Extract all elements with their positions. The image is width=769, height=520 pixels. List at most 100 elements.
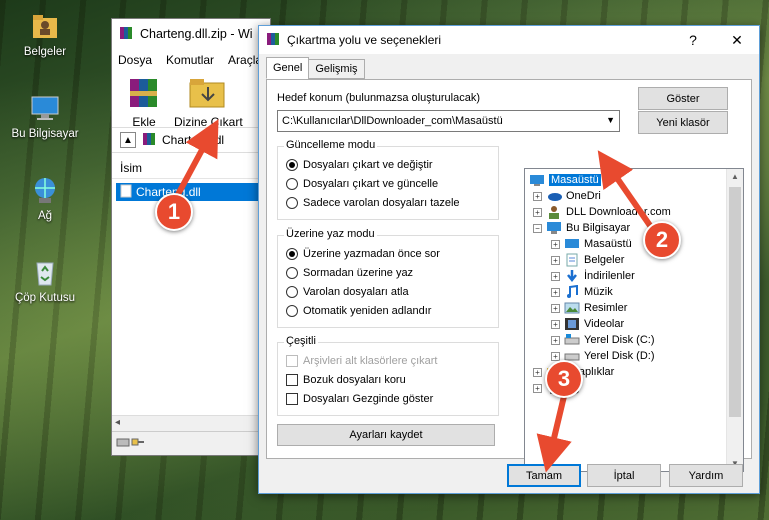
drive-status-icon — [116, 436, 146, 451]
tree-label: Bu Bilgisayar — [566, 222, 631, 234]
expand-icon[interactable]: + — [551, 319, 560, 329]
ok-button[interactable]: Tamam — [507, 464, 581, 487]
update-mode-group: Güncelleme modu Dosyaları çıkart ve deği… — [277, 139, 499, 220]
desktop-icon-recycle-bin[interactable]: Çöp Kutusu — [6, 256, 84, 304]
misc-option-subfolders[interactable]: Arşivleri alt klasörlere çıkart — [286, 355, 437, 367]
expand-icon[interactable]: + — [551, 239, 560, 249]
misc-option-show-in-explorer[interactable]: Dosyaları Gezginde göster — [286, 393, 433, 405]
desktop-icon-network[interactable]: Ağ — [6, 174, 84, 222]
overwrite-option-skip[interactable]: Varolan dosyaları atla — [286, 286, 409, 298]
scroll-left-icon[interactable]: ◂ — [115, 417, 120, 428]
checkbox-icon — [286, 355, 298, 367]
help-button[interactable]: Yardım — [669, 464, 743, 487]
winrar-logo-icon — [265, 31, 281, 50]
expand-icon[interactable]: + — [551, 287, 560, 297]
overwrite-option-rename[interactable]: Otomatik yeniden adlandır — [286, 305, 431, 317]
archive-icon — [142, 132, 156, 149]
tree-item-videos[interactable]: + Videolar — [551, 316, 624, 332]
destination-path-combo[interactable]: C:\Kullanıcılar\DllDownloader_com\Masaüs… — [277, 110, 620, 132]
misc-option-keep-broken[interactable]: Bozuk dosyaları koru — [286, 374, 406, 386]
column-name-label: İsim — [120, 160, 142, 175]
option-label: Arşivleri alt klasörlere çıkart — [303, 355, 438, 367]
dll-file-icon — [120, 184, 132, 201]
overwrite-mode-group: Üzerine yaz modu Üzerine yazmadan önce s… — [277, 228, 499, 328]
radio-icon — [286, 178, 298, 190]
save-settings-button[interactable]: Ayarları kaydet — [277, 424, 495, 446]
tree-item-onedrive[interactable]: + OneDri — [533, 188, 601, 204]
option-label: Varolan dosyaları atla — [303, 286, 409, 298]
tree-item-desktop[interactable]: Masaüstü — [529, 172, 601, 188]
tree-item-documents[interactable]: + Belgeler — [551, 252, 624, 268]
pictures-icon — [564, 302, 580, 314]
add-button[interactable]: Ekle — [124, 75, 164, 129]
collapse-icon[interactable]: − — [533, 223, 542, 233]
update-option-replace[interactable]: Dosyaları çıkart ve değiştir — [286, 159, 433, 171]
expand-icon[interactable]: + — [551, 335, 560, 345]
checkbox-icon — [286, 374, 298, 386]
tree-item-music[interactable]: + Müzik — [551, 284, 613, 300]
radio-selected-icon — [286, 159, 298, 171]
menu-item-tools[interactable]: Araçla — [228, 53, 262, 67]
tree-item-pictures[interactable]: + Resimler — [551, 300, 627, 316]
expand-icon[interactable]: + — [551, 303, 560, 313]
expand-icon[interactable]: + — [533, 367, 542, 377]
scrollbar-thumb[interactable] — [729, 187, 741, 417]
tab-advanced[interactable]: Gelişmiş — [308, 59, 365, 79]
update-option-update[interactable]: Dosyaları çıkart ve güncelle — [286, 178, 438, 190]
chevron-down-icon[interactable]: ▼ — [606, 115, 615, 125]
destination-label: Hedef konum (bulunmazsa oluşturulacak) — [277, 92, 480, 104]
dialog-tabs: Genel Gelişmiş — [266, 57, 365, 79]
folder-tree[interactable]: Masaüstü + OneDri + DLL Downloader.com −… — [524, 168, 744, 472]
address-path[interactable]: Charteng.dl — [162, 133, 224, 147]
dialog-titlebar[interactable]: Çıkartma yolu ve seçenekleri ? ✕ — [259, 26, 759, 54]
help-title-button[interactable]: ? — [671, 26, 715, 54]
tree-label: Belgeler — [584, 254, 625, 266]
overwrite-option-without-prompt[interactable]: Sormadan üzerine yaz — [286, 267, 413, 279]
file-row[interactable]: Charteng.dll — [116, 183, 266, 201]
desktop-icon-label: Çöp Kutusu — [14, 292, 76, 304]
desktop-icon-documents[interactable]: Belgeler — [6, 10, 84, 58]
expand-icon[interactable]: + — [551, 255, 560, 265]
expand-icon[interactable]: + — [533, 207, 542, 217]
user-icon — [549, 206, 559, 219]
winrar-titlebar[interactable]: Charteng.dll.zip - Wi — [112, 19, 270, 49]
column-header-name[interactable]: İsim — [112, 157, 270, 179]
dialog-title: Çıkartma yolu ve seçenekleri — [287, 33, 442, 47]
extract-folder-icon — [186, 75, 230, 112]
tree-item-drive-c[interactable]: + Yerel Disk (C:) — [551, 332, 655, 348]
tree-item-user[interactable]: + DLL Downloader.com — [533, 204, 671, 220]
overwrite-option-ask[interactable]: Üzerine yazmadan önce sor — [286, 248, 440, 260]
expand-icon[interactable]: + — [551, 271, 560, 281]
winrar-address-bar: ▲ Charteng.dl — [112, 127, 270, 153]
update-option-freshen[interactable]: Sadece varolan dosyaları tazele — [286, 197, 460, 209]
extract-dialog: Çıkartma yolu ve seçenekleri ? ✕ Genel G… — [258, 25, 760, 494]
option-label: Dosyaları çıkart ve güncelle — [303, 178, 439, 190]
tree-item-pc-desktop[interactable]: + Masaüstü — [551, 236, 632, 252]
download-icon — [567, 270, 577, 283]
menu-item-file[interactable]: Dosya — [118, 53, 152, 67]
show-button[interactable]: Göster — [638, 87, 728, 110]
tree-label: OneDri — [566, 190, 601, 202]
extract-to-button[interactable]: Dizine Çıkart — [174, 75, 243, 129]
desktop-icon — [530, 175, 544, 186]
close-button[interactable]: ✕ — [715, 26, 759, 54]
tree-vertical-scrollbar[interactable]: ▲ ▼ — [726, 169, 743, 471]
new-folder-button[interactable]: Yeni klasör — [638, 111, 728, 134]
option-label: Sadece varolan dosyaları tazele — [303, 197, 460, 209]
cancel-button[interactable]: İptal — [587, 464, 661, 487]
menu-item-commands[interactable]: Komutlar — [166, 53, 214, 67]
tree-item-downloads[interactable]: + İndirilenler — [551, 268, 635, 284]
expand-icon[interactable]: + — [551, 351, 560, 361]
tree-label: İndirilenler — [584, 270, 635, 282]
tab-general[interactable]: Genel — [266, 57, 310, 79]
horizontal-scrollbar[interactable]: ◂ — [112, 415, 270, 431]
winrar-menubar: Dosya Komutlar Araçla — [112, 49, 270, 71]
scroll-up-icon[interactable]: ▲ — [731, 172, 739, 181]
tree-item-this-pc[interactable]: − Bu Bilgisayar — [533, 220, 630, 236]
expand-icon[interactable]: + — [533, 191, 542, 201]
desktop-icon — [565, 239, 579, 248]
desktop-icon-computer[interactable]: Bu Bilgisayar — [6, 92, 84, 140]
up-folder-icon[interactable]: ▲ — [120, 132, 136, 148]
option-label: Dosyaları çıkart ve değiştir — [303, 159, 433, 171]
expand-icon[interactable]: + — [533, 383, 542, 393]
